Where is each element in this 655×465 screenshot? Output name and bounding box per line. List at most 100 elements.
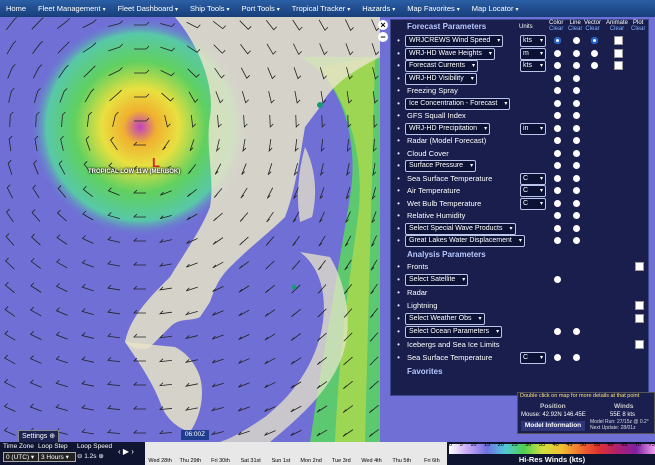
unit-select[interactable]: m ▾ bbox=[520, 47, 546, 60]
forecast-select[interactable]: Surface Pressure ▾ bbox=[405, 160, 477, 172]
loop-speed-control[interactable]: ⊖ 1.2s ⊕ bbox=[77, 452, 104, 460]
line-radio[interactable] bbox=[573, 74, 580, 82]
forecast-select[interactable]: WRJ-HD Wave Heights ▾ bbox=[405, 47, 495, 60]
nav-item-fleet-management[interactable]: Fleet Management ▾ bbox=[32, 4, 112, 13]
color-radio[interactable] bbox=[554, 124, 561, 132]
line-radio[interactable] bbox=[573, 49, 580, 57]
color-radio[interactable] bbox=[554, 112, 561, 119]
unit-select[interactable]: C ▾ bbox=[520, 197, 546, 210]
unit-select[interactable]: kts ▾ bbox=[520, 35, 546, 47]
forecast-select[interactable]: Forecast Currents ▾ bbox=[405, 60, 479, 72]
animate-checkbox[interactable] bbox=[614, 48, 623, 58]
model-information-button[interactable]: Model Information bbox=[521, 421, 585, 431]
favorites-section-title[interactable]: Favorites bbox=[391, 367, 443, 376]
color-radio[interactable] bbox=[554, 162, 561, 169]
line-radio[interactable] bbox=[573, 37, 580, 44]
color-radio[interactable] bbox=[554, 74, 561, 82]
plot-checkbox[interactable] bbox=[635, 339, 644, 349]
unit-select[interactable]: in ▾ bbox=[520, 122, 546, 135]
close-panel-button[interactable]: × bbox=[378, 20, 388, 30]
line-radio[interactable] bbox=[573, 137, 580, 144]
timeline-day[interactable]: Fri 6th bbox=[417, 458, 447, 464]
color-radio[interactable] bbox=[554, 62, 561, 69]
animate-checkbox[interactable] bbox=[614, 36, 623, 45]
storm-marker[interactable]: L bbox=[152, 155, 160, 170]
nav-item-tropical-tracker[interactable]: Tropical Tracker ▾ bbox=[286, 4, 357, 13]
nav-item-port-tools[interactable]: Port Tools ▾ bbox=[236, 4, 286, 13]
timeline-day[interactable]: Sun 1st bbox=[266, 458, 296, 464]
animate-checkbox[interactable] bbox=[614, 61, 623, 70]
nav-item-map-locator[interactable]: Map Locator ▾ bbox=[466, 4, 525, 13]
nav-item-hazards[interactable]: Hazards ▾ bbox=[356, 4, 401, 13]
vector-radio[interactable] bbox=[591, 62, 598, 69]
current-time-marker[interactable]: 06:00Z bbox=[181, 430, 209, 440]
color-radio[interactable] bbox=[554, 87, 561, 94]
color-radio[interactable] bbox=[554, 149, 561, 157]
color-radio[interactable] bbox=[554, 49, 561, 57]
color-col-header[interactable]: Color Clear bbox=[549, 20, 563, 32]
unit-select[interactable]: C ▾ bbox=[520, 351, 546, 364]
map-marker[interactable] bbox=[291, 284, 297, 290]
nav-item-map-favorites[interactable]: Map Favorites ▾ bbox=[401, 4, 466, 13]
nav-item-fleet-dashboard[interactable]: Fleet Dashboard ▾ bbox=[112, 4, 184, 13]
color-radio[interactable] bbox=[554, 199, 561, 207]
analysis-select[interactable]: Select Ocean Parameters ▾ bbox=[405, 325, 503, 338]
plot-checkbox[interactable] bbox=[635, 313, 644, 323]
line-radio[interactable] bbox=[573, 174, 580, 182]
animate-col-header[interactable]: Animate Clear bbox=[606, 20, 628, 32]
nav-item-ship-tools[interactable]: Ship Tools ▾ bbox=[184, 4, 235, 13]
timeline-day[interactable]: Wed 28th bbox=[145, 458, 175, 464]
line-radio[interactable] bbox=[573, 353, 580, 361]
line-col-header[interactable]: Line Clear bbox=[568, 20, 582, 32]
color-radio[interactable] bbox=[554, 174, 561, 182]
timeline-day[interactable]: Tue 3rd bbox=[326, 458, 356, 464]
analysis-select[interactable]: Select Weather Obs ▾ bbox=[405, 312, 485, 325]
unit-select[interactable]: C ▾ bbox=[520, 185, 546, 197]
line-radio[interactable] bbox=[573, 187, 580, 194]
forecast-select[interactable]: WRJ-HD Precipitation ▾ bbox=[405, 122, 491, 135]
timeline-day[interactable]: Fri 30th bbox=[205, 458, 235, 464]
forecast-select[interactable]: WRJCREWS Wind Speed ▾ bbox=[405, 35, 504, 47]
line-radio[interactable] bbox=[573, 124, 580, 132]
line-radio[interactable] bbox=[573, 112, 580, 119]
line-radio[interactable] bbox=[573, 62, 580, 69]
unit-select[interactable]: kts ▾ bbox=[520, 60, 546, 72]
zoom-out-button[interactable]: − bbox=[378, 32, 388, 42]
forecast-select[interactable]: WRJ-HD Visibility ▾ bbox=[405, 72, 477, 85]
plot-checkbox[interactable] bbox=[635, 261, 644, 271]
forecast-select[interactable]: Ice Concentration - Forecast ▾ bbox=[405, 97, 511, 110]
color-radio[interactable] bbox=[554, 327, 561, 335]
playback-controls[interactable]: ‹ ▶ › bbox=[118, 447, 134, 456]
line-radio[interactable] bbox=[573, 149, 580, 157]
analysis-select[interactable]: Select Satellite ▾ bbox=[405, 273, 469, 286]
forecast-select[interactable]: Select Special Wave Products ▾ bbox=[405, 222, 516, 235]
time-zone-select[interactable]: 0 (UTC) ▾ bbox=[3, 452, 42, 462]
color-radio[interactable] bbox=[554, 37, 561, 44]
plot-checkbox[interactable] bbox=[635, 300, 644, 310]
color-radio[interactable] bbox=[554, 224, 561, 232]
vector-radio[interactable] bbox=[591, 37, 598, 44]
color-radio[interactable] bbox=[554, 212, 561, 219]
loop-step-select[interactable]: 3 Hours ▾ bbox=[38, 452, 76, 462]
line-radio[interactable] bbox=[573, 87, 580, 94]
line-radio[interactable] bbox=[573, 162, 580, 169]
timeline[interactable]: 06:00Z Wed 28th Thu 29th Fri 30th Sat 31st S… bbox=[145, 430, 447, 465]
timeline-day[interactable]: Thu 29th bbox=[175, 458, 205, 464]
timeline-day[interactable]: Mon 2nd bbox=[296, 458, 326, 464]
color-radio[interactable] bbox=[554, 187, 561, 194]
color-radio[interactable] bbox=[554, 353, 561, 361]
line-radio[interactable] bbox=[573, 199, 580, 207]
vector-radio[interactable] bbox=[591, 49, 598, 57]
vector-col-header[interactable]: Vector Clear bbox=[584, 20, 601, 32]
timeline-day[interactable]: Wed 4th bbox=[356, 458, 386, 464]
forecast-select[interactable]: Great Lakes Water Displacement ▾ bbox=[405, 235, 525, 247]
color-radio[interactable] bbox=[554, 137, 561, 144]
line-radio[interactable] bbox=[573, 224, 580, 232]
color-radio[interactable] bbox=[554, 275, 561, 283]
plot-col-header[interactable]: Plot Clear bbox=[631, 20, 645, 32]
line-radio[interactable] bbox=[573, 327, 580, 335]
line-radio[interactable] bbox=[573, 99, 580, 107]
nav-item-home[interactable]: Home bbox=[0, 4, 32, 13]
line-radio[interactable] bbox=[573, 237, 580, 244]
color-radio[interactable] bbox=[554, 99, 561, 107]
